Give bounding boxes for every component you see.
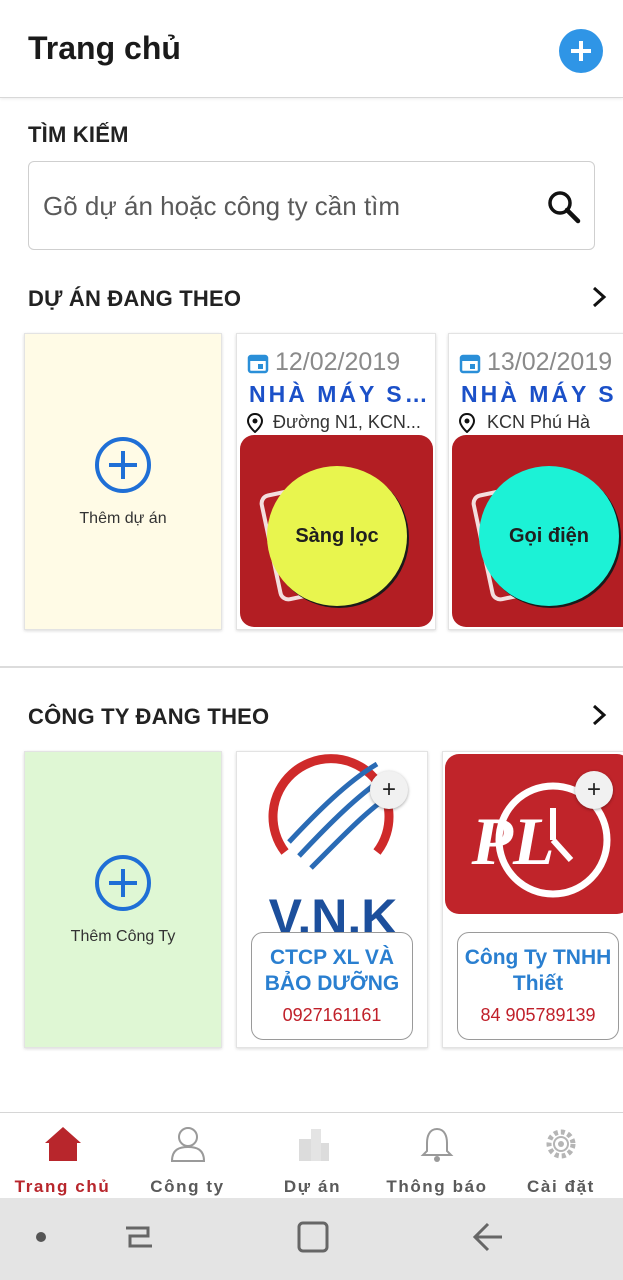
project-name: NHÀ MÁY S <box>461 381 617 407</box>
company-phone[interactable]: 0927161161 <box>252 1005 412 1026</box>
nav-dot-icon <box>36 1232 46 1242</box>
location-pin-icon <box>458 412 476 433</box>
project-name: NHÀ MÁY SẢN XUẤT <box>249 381 435 407</box>
search-icon[interactable] <box>546 189 582 225</box>
calendar-icon <box>247 354 269 373</box>
screen-button[interactable]: Sàng lọc <box>267 466 407 606</box>
call-button[interactable]: Gọi điện <box>479 466 619 606</box>
recent-apps-icon[interactable] <box>122 1220 156 1254</box>
nav-home-label: Trang chủ <box>14 1177 111 1196</box>
search-box[interactable] <box>28 161 595 250</box>
nav-settings-label: Cài đặt <box>527 1177 595 1196</box>
plus-circle-icon <box>95 854 151 911</box>
project-date: 12/02/2019 <box>275 348 401 376</box>
projects-heading: DỰ ÁN ĐANG THEO <box>28 286 242 311</box>
nav-project-label: Dự án <box>283 1177 342 1196</box>
search-input[interactable] <box>43 184 533 228</box>
search-heading: TÌM KIẾM <box>28 122 129 147</box>
companies-heading: CÔNG TY ĐANG THEO <box>28 704 270 729</box>
company-name: Công Ty TNHH Thiết <box>464 946 612 995</box>
project-address: KCN Phú Hà <box>487 412 591 432</box>
add-button[interactable] <box>559 29 603 73</box>
chevron-right-icon[interactable] <box>588 704 610 726</box>
company-phone[interactable]: 84 905789139 <box>458 1005 618 1026</box>
chevron-right-icon[interactable] <box>588 286 610 308</box>
nav-company[interactable]: Công ty <box>125 1113 250 1199</box>
project-card[interactable]: 13/02/2019 NHÀ MÁY S KCN Phú Hà Gọi điện <box>448 333 623 630</box>
company-name: CTCP XL VÀ BẢO DƯỠNG <box>264 946 400 995</box>
page-title: Trang chủ <box>28 30 181 66</box>
add-company-label: Thêm Công Ty <box>70 927 176 945</box>
company-card[interactable]: V.N.K + CTCP XL VÀ BẢO DƯỠNG 0927161161 <box>236 751 428 1048</box>
logo-text: PL <box>470 803 554 879</box>
follow-company-button[interactable]: + <box>575 771 613 809</box>
building-icon <box>298 1129 329 1161</box>
company-info: Công Ty TNHH Thiết 84 905789139 <box>457 932 619 1040</box>
follow-company-button[interactable]: + <box>370 771 408 809</box>
app-header: Trang chủ <box>0 0 623 98</box>
company-info: CTCP XL VÀ BẢO DƯỠNG 0927161161 <box>251 932 413 1040</box>
plus-circle-icon <box>571 41 591 61</box>
nav-company-label: Công ty <box>150 1177 225 1196</box>
company-card[interactable]: PL + Công Ty TNHH Thiết 84 905789139 <box>442 751 623 1048</box>
section-divider <box>0 666 623 668</box>
nav-project[interactable]: Dự án <box>250 1113 375 1199</box>
project-card[interactable]: 12/02/2019 NHÀ MÁY SẢN XUẤT Đường N1, KC… <box>236 333 436 630</box>
add-project-label: Thêm dự án <box>79 509 167 527</box>
home-system-icon[interactable] <box>296 1220 330 1254</box>
back-arrow-icon[interactable] <box>470 1220 504 1254</box>
nav-notifications[interactable]: Thông báo <box>375 1113 499 1199</box>
project-date: 13/02/2019 <box>487 348 613 376</box>
nav-settings[interactable]: Cài đặt <box>499 1113 623 1199</box>
bell-icon <box>420 1127 454 1162</box>
bottom-nav: Trang chủ Công ty Dự án Thông báo Cài đặ… <box>0 1112 623 1198</box>
gear-icon <box>546 1129 576 1159</box>
nav-notifications-label: Thông báo <box>386 1177 488 1196</box>
add-project-card[interactable]: Thêm dự án <box>24 333 222 630</box>
nav-home[interactable]: Trang chủ <box>0 1113 125 1199</box>
project-address: Đường N1, KCN... <box>273 412 421 432</box>
add-company-card[interactable]: Thêm Công Ty <box>24 751 222 1048</box>
calendar-icon <box>459 354 481 373</box>
location-pin-icon <box>246 412 264 433</box>
plus-circle-icon <box>95 436 151 493</box>
user-icon <box>170 1127 205 1162</box>
home-icon <box>44 1127 81 1161</box>
system-nav-bar <box>0 1198 623 1280</box>
